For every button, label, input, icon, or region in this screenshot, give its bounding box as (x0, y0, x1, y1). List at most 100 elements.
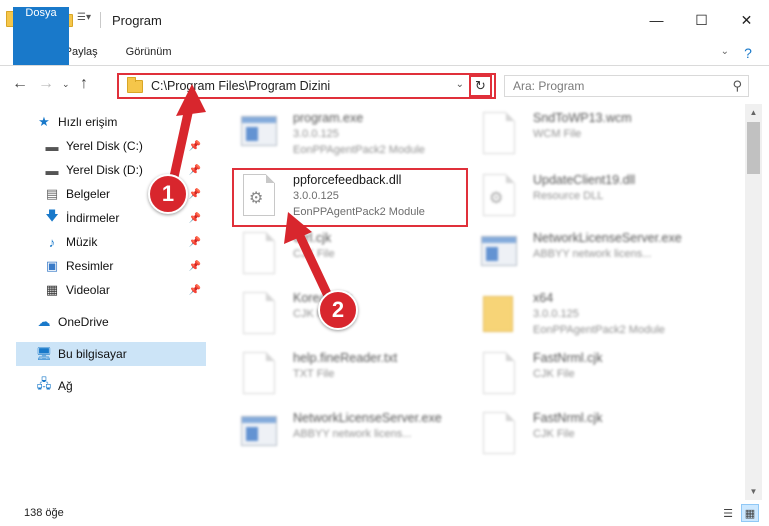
title-bar: ✓ ☰▾ Program — ☐ ✕ (0, 0, 769, 40)
file-name: Ctrl.cjk (293, 231, 332, 245)
navigation-pane: ★ Hızlı erişim ▬ Yerel Disk (C:) 📌 ▬ Yer… (0, 104, 207, 500)
sidebar-item-label: Yerel Disk (C:) (66, 139, 143, 153)
details-view-icon[interactable]: ☰ (719, 504, 737, 522)
file-item[interactable]: NetworkLicenseServer.exe ABBYY network l… (477, 230, 717, 288)
file-item[interactable]: help.fineReader.txt TXT File (237, 350, 477, 408)
sidebar-item-music[interactable]: ♪ Müzik 📌 (0, 230, 207, 254)
sidebar-item-pictures[interactable]: ▣ Resimler 📌 (0, 254, 207, 278)
sidebar-item-local-disk-c[interactable]: ▬ Yerel Disk (C:) 📌 (0, 134, 207, 158)
file-description: EonPPAgentPack2 Module (293, 144, 425, 156)
file-item-ppforcefeedback[interactable]: ⚙ ppforcefeedback.dll 3.0.0.125 EonPPAge… (237, 172, 477, 230)
music-icon: ♪ (48, 234, 56, 250)
recent-locations-icon[interactable]: ⌄ (62, 79, 70, 90)
file-version: 3.0.0.125 (533, 308, 579, 320)
exe-icon (237, 410, 281, 458)
network-icon: 🖧 (36, 376, 52, 391)
file-icon (237, 350, 281, 398)
tab-file[interactable]: Dosya (13, 7, 69, 65)
file-description: EonPPAgentPack2 Module (293, 206, 425, 218)
file-type: TXT File (293, 368, 335, 380)
file-item[interactable]: SndToWP13.wcm WCM File (477, 110, 717, 168)
file-list: program.exe 3.0.0.125 EonPPAgentPack2 Mo… (207, 104, 747, 500)
drive-icon: ▬ (45, 138, 59, 154)
sidebar-item-label: Hızlı erişim (58, 115, 118, 129)
file-type: ABBYY network licens... (293, 428, 412, 440)
pin-icon[interactable]: 📌 (189, 261, 201, 272)
download-icon: 🡇 (45, 208, 59, 223)
dll-gear-icon: ⚙ (237, 172, 281, 220)
file-item[interactable]: NetworkLicenseServer.exe ABBYY network l… (237, 410, 477, 468)
sidebar-item-label: İndirmeler (66, 211, 120, 225)
pin-icon[interactable]: 📌 (189, 285, 201, 296)
file-item[interactable]: FastNrml.cjk CJK File (477, 410, 717, 468)
help-icon[interactable]: ? (739, 44, 757, 62)
large-icons-view-icon[interactable]: ▦ (741, 504, 759, 522)
minimize-button[interactable]: — (634, 0, 679, 40)
sidebar-item-onedrive[interactable]: ☁ OneDrive (0, 310, 207, 334)
file-name: help.fineReader.txt (293, 351, 398, 365)
file-type: CJK File (293, 248, 335, 260)
callout-badge-2: 2 (318, 290, 358, 330)
expand-ribbon-icon[interactable]: ⌄ (721, 46, 729, 57)
file-type: CJK File (533, 368, 575, 380)
search-input[interactable]: Ara: Program ⚲ (504, 75, 749, 97)
vertical-scrollbar[interactable]: ▲ ▼ (745, 104, 762, 500)
file-item[interactable]: x64 3.0.0.125 EonPPAgentPack2 Module (477, 290, 717, 348)
drive-icon: ▬ (45, 162, 59, 178)
sidebar-item-network[interactable]: 🖧 Ağ (0, 374, 207, 398)
sidebar-item-label: Müzik (66, 235, 98, 249)
folder-icon (127, 76, 143, 93)
status-bar: 138 öğe ☰ ▦ (0, 500, 769, 526)
sidebar-item-quick-access[interactable]: ★ Hızlı erişim (0, 110, 207, 134)
file-icon (237, 230, 281, 278)
file-item[interactable]: Ctrl.cjk CJK File (237, 230, 477, 288)
file-item[interactable]: Korean.cjk CJK File (237, 290, 477, 348)
file-name: program.exe (293, 111, 364, 125)
pictures-icon: ▣ (45, 258, 59, 273)
tab-view[interactable]: Görünüm (112, 39, 186, 65)
file-item[interactable]: ⚙ UpdateClient19.dll Resource DLL (477, 172, 717, 230)
file-name: NetworkLicenseServer.exe (533, 231, 682, 245)
window-controls: — ☐ ✕ (634, 0, 769, 40)
back-arrow-icon[interactable]: ← (12, 75, 28, 93)
pin-icon[interactable]: 📌 (189, 237, 201, 248)
divider (100, 12, 101, 28)
window-title: Program (112, 12, 162, 28)
file-version: 3.0.0.125 (293, 190, 339, 202)
forward-arrow-icon[interactable]: → (38, 75, 54, 93)
up-arrow-icon[interactable]: ↑ (80, 75, 88, 93)
scroll-down-icon[interactable]: ▼ (745, 483, 762, 500)
pin-icon[interactable]: 📌 (189, 165, 201, 176)
file-name: FastNrml.cjk (533, 351, 603, 365)
item-count: 138 öğe (24, 507, 64, 519)
file-item[interactable]: program.exe 3.0.0.125 EonPPAgentPack2 Mo… (237, 110, 477, 168)
sidebar-item-label: Bu bilgisayar (58, 347, 127, 361)
file-description: EonPPAgentPack2 Module (533, 324, 665, 336)
file-name: x64 (533, 291, 554, 305)
scrollbar-thumb[interactable] (747, 122, 760, 174)
pin-icon[interactable]: 📌 (189, 141, 201, 152)
pin-icon[interactable]: 📌 (189, 189, 201, 200)
sidebar-item-label: Resimler (66, 259, 114, 273)
maximize-button[interactable]: ☐ (679, 0, 724, 40)
dll-gear-icon: ⚙ (477, 172, 521, 220)
cloud-icon: ☁ (37, 314, 51, 329)
refresh-button[interactable]: ↻ (469, 75, 492, 97)
view-switcher: ☰ ▦ (719, 504, 759, 522)
exe-icon (477, 230, 521, 278)
scroll-up-icon[interactable]: ▲ (745, 104, 762, 121)
file-name: NetworkLicenseServer.exe (293, 411, 442, 425)
sidebar-item-label: Videolar (66, 283, 110, 297)
sidebar-item-videos[interactable]: ▦ Videolar 📌 (0, 278, 207, 302)
customize-toolbar-icon[interactable]: ☰▾ (77, 12, 93, 28)
sidebar-item-this-pc[interactable]: 🖥 Bu bilgisayar (16, 342, 206, 366)
file-type: CJK File (533, 428, 575, 440)
chevron-down-icon[interactable]: ⌄ (456, 79, 464, 90)
sidebar-item-label: Belgeler (66, 187, 111, 201)
address-bar[interactable]: C:\Program Files\Program Dizini ⌄ (117, 73, 496, 99)
file-type: Resource DLL (533, 190, 604, 202)
pin-icon[interactable]: 📌 (189, 213, 201, 224)
file-name: SndToWP13.wcm (533, 111, 632, 125)
file-item[interactable]: FastNrml.cjk CJK File (477, 350, 717, 408)
close-button[interactable]: ✕ (724, 0, 769, 40)
